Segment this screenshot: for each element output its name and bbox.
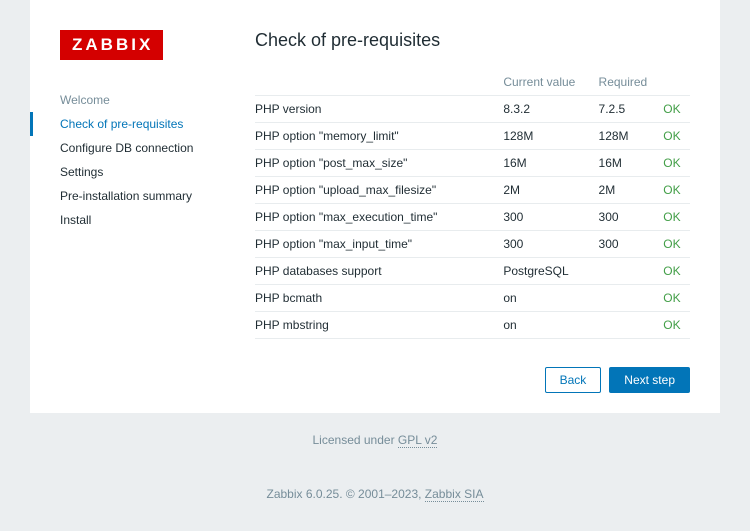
requirements-scroll[interactable]: Current value Required PHP version8.3.27… bbox=[255, 69, 690, 347]
cell-name: PHP option "post_max_size" bbox=[255, 150, 495, 177]
cell-current: PostgreSQL bbox=[495, 258, 590, 285]
footer: Licensed under GPL v2 Zabbix 6.0.25. © 2… bbox=[0, 433, 750, 501]
cell-name: PHP option "memory_limit" bbox=[255, 123, 495, 150]
footer-version: Zabbix 6.0.25. © 2001–2023, Zabbix SIA bbox=[0, 487, 750, 501]
sidebar: ZABBIX WelcomeCheck of pre-requisitesCon… bbox=[60, 30, 225, 393]
step-item[interactable]: Welcome bbox=[60, 88, 225, 112]
requirements-tbody: PHP version8.3.27.2.5OKPHP option "memor… bbox=[255, 96, 690, 348]
cell-name: PHP option "max_execution_time" bbox=[255, 204, 495, 231]
page-title: Check of pre-requisites bbox=[255, 30, 690, 51]
cell-name: PHP option "upload_max_filesize" bbox=[255, 177, 495, 204]
logo: ZABBIX bbox=[60, 30, 163, 60]
cell-status: OK bbox=[655, 123, 690, 150]
header-required: Required bbox=[591, 69, 656, 96]
footer-license: Licensed under GPL v2 bbox=[0, 433, 750, 447]
cell-required bbox=[591, 285, 656, 312]
step-item[interactable]: Settings bbox=[60, 160, 225, 184]
cell-current: 300 bbox=[495, 204, 590, 231]
cell-name: PHP mbstring bbox=[255, 312, 495, 339]
table-row: PHP option "max_execution_time"300300OK bbox=[255, 204, 690, 231]
cell-current: off bbox=[495, 339, 590, 348]
button-row: Back Next step bbox=[255, 367, 690, 393]
cell-name: PHP version bbox=[255, 96, 495, 123]
table-row: PHP option "upload_max_filesize"2M2MOK bbox=[255, 177, 690, 204]
cell-status: OK bbox=[655, 339, 690, 348]
cell-required: 128M bbox=[591, 123, 656, 150]
cell-status: OK bbox=[655, 177, 690, 204]
table-row: PHP option "memory_limit"128M128MOK bbox=[255, 123, 690, 150]
cell-current: on bbox=[495, 312, 590, 339]
header-current: Current value bbox=[495, 69, 590, 96]
next-step-button[interactable]: Next step bbox=[609, 367, 690, 393]
step-item[interactable]: Check of pre-requisites bbox=[60, 112, 225, 136]
cell-status: OK bbox=[655, 150, 690, 177]
table-row: PHP option "max_input_time"300300OK bbox=[255, 231, 690, 258]
cell-name: PHP option "max_input_time" bbox=[255, 231, 495, 258]
cell-required bbox=[591, 258, 656, 285]
step-item[interactable]: Pre-installation summary bbox=[60, 184, 225, 208]
back-button[interactable]: Back bbox=[545, 367, 602, 393]
cell-current: 2M bbox=[495, 177, 590, 204]
cell-required: 2M bbox=[591, 177, 656, 204]
cell-required: 7.2.5 bbox=[591, 96, 656, 123]
cell-name: PHP databases support bbox=[255, 258, 495, 285]
cell-current: 128M bbox=[495, 123, 590, 150]
cell-required: off bbox=[591, 339, 656, 348]
company-link[interactable]: Zabbix SIA bbox=[425, 487, 484, 502]
cell-required: 300 bbox=[591, 231, 656, 258]
table-row: PHP option "mbstring.func_overload"offof… bbox=[255, 339, 690, 348]
cell-status: OK bbox=[655, 204, 690, 231]
cell-status: OK bbox=[655, 231, 690, 258]
cell-name: PHP option "mbstring.func_overload" bbox=[255, 339, 495, 348]
cell-status: OK bbox=[655, 96, 690, 123]
license-link[interactable]: GPL v2 bbox=[398, 433, 438, 448]
cell-current: 16M bbox=[495, 150, 590, 177]
cell-current: 8.3.2 bbox=[495, 96, 590, 123]
step-item[interactable]: Configure DB connection bbox=[60, 136, 225, 160]
setup-card: ZABBIX WelcomeCheck of pre-requisitesCon… bbox=[30, 0, 720, 413]
cell-required bbox=[591, 312, 656, 339]
table-row: PHP databases supportPostgreSQL OK bbox=[255, 258, 690, 285]
cell-current: on bbox=[495, 285, 590, 312]
table-row: PHP bcmathon OK bbox=[255, 285, 690, 312]
table-row: PHP option "post_max_size"16M16MOK bbox=[255, 150, 690, 177]
main-content: Check of pre-requisites Current value Re… bbox=[255, 30, 690, 393]
cell-current: 300 bbox=[495, 231, 590, 258]
cell-required: 300 bbox=[591, 204, 656, 231]
step-item[interactable]: Install bbox=[60, 208, 225, 232]
table-row: PHP version8.3.27.2.5OK bbox=[255, 96, 690, 123]
requirements-table: Current value Required PHP version8.3.27… bbox=[255, 69, 690, 347]
cell-name: PHP bcmath bbox=[255, 285, 495, 312]
header-status bbox=[655, 69, 690, 96]
steps-list: WelcomeCheck of pre-requisitesConfigure … bbox=[60, 88, 225, 232]
cell-status: OK bbox=[655, 285, 690, 312]
cell-status: OK bbox=[655, 258, 690, 285]
table-row: PHP mbstringon OK bbox=[255, 312, 690, 339]
header-name bbox=[255, 69, 495, 96]
cell-status: OK bbox=[655, 312, 690, 339]
cell-required: 16M bbox=[591, 150, 656, 177]
